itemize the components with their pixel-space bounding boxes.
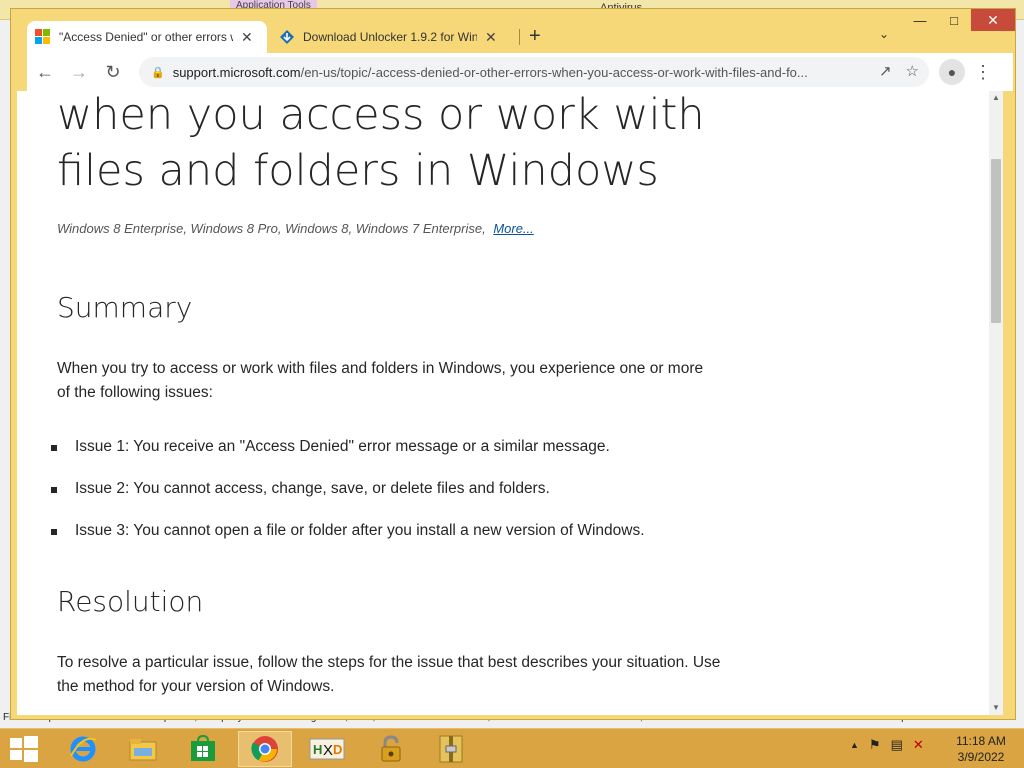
back-arrow-icon[interactable]: ←	[29, 56, 61, 88]
list-item-issue-3: Issue 3: You cannot open a file or folde…	[51, 522, 645, 539]
network-icon[interactable]: ▤	[891, 737, 903, 753]
download-site-icon	[279, 29, 295, 45]
tab-download-unlocker[interactable]: Download Unlocker 1.9.2 for Win ✕	[271, 21, 511, 53]
internet-explorer-icon[interactable]	[56, 731, 110, 767]
more-link[interactable]: More...	[493, 221, 533, 236]
tab-close-icon[interactable]: ✕	[241, 29, 253, 46]
address-bar[interactable]: 🔒 support.microsoft.com/en-us/topic/-acc…	[139, 57, 929, 87]
profile-avatar-icon[interactable]: ●	[939, 59, 965, 85]
forward-arrow-icon[interactable]: →	[63, 56, 95, 88]
unlocker-icon[interactable]	[364, 731, 418, 767]
system-tray: ▲ ⚑ ▤ ✕	[850, 737, 924, 753]
tab-access-denied[interactable]: "Access Denied" or other errors w ✕	[27, 21, 267, 53]
resolution-heading: Resolution	[57, 585, 204, 618]
omnibox-actions: ↗ ☆	[879, 62, 919, 80]
hd-app-icon[interactable]: HXD	[300, 731, 354, 767]
summary-text: When you try to access or work with file…	[57, 360, 704, 401]
clock-time: 11:18 AM	[956, 734, 1006, 748]
tab-strip: "Access Denied" or other errors w ✕ Down…	[27, 21, 927, 53]
maximize-button[interactable]: □	[937, 9, 971, 31]
tab-search-chevron-down-icon[interactable]: ⌄	[879, 27, 895, 41]
page-title-line-1: when you access or work with	[57, 91, 705, 140]
page-title-line-2: files and folders in Windows	[57, 146, 659, 196]
summary-heading: Summary	[57, 291, 193, 324]
menu-kebab-icon[interactable]: ⋮	[971, 62, 995, 83]
scrollbar-thumb[interactable]	[991, 159, 1001, 323]
tab-title: "Access Denied" or other errors w	[59, 30, 233, 44]
applies-to: Windows 8 Enterprise, Windows 8 Pro, Win…	[57, 221, 534, 236]
url-path: /en-us/topic/-access-denied-or-other-err…	[300, 64, 808, 80]
url-text[interactable]: support.microsoft.com/en-us/topic/-acces…	[173, 65, 873, 80]
vertical-scrollbar[interactable]: ▲ ▼	[989, 91, 1003, 715]
clock-date: 3/9/2022	[957, 750, 1005, 764]
system-clock[interactable]: 11:18 AM 3/9/2022	[950, 733, 1012, 765]
tab-divider	[519, 29, 520, 45]
taskbar: HXD ▲ ⚑ ▤ ✕ 11:18 AM 3/9/2022	[0, 728, 1024, 768]
close-window-button[interactable]: ✕	[971, 9, 1015, 31]
microsoft-logo-icon	[35, 29, 51, 45]
lock-icon[interactable]: 🔒	[151, 66, 165, 79]
applies-to-text: Windows 8 Enterprise, Windows 8 Pro, Win…	[57, 221, 486, 236]
scroll-down-arrow-icon[interactable]: ▼	[989, 701, 1003, 715]
windows-start-icon[interactable]	[8, 736, 40, 762]
share-icon[interactable]: ↗	[879, 62, 892, 80]
scroll-up-arrow-icon[interactable]: ▲	[989, 91, 1003, 105]
bookmark-star-icon[interactable]: ☆	[906, 62, 919, 80]
chrome-icon[interactable]	[238, 731, 292, 767]
page-content: when you access or work with files and f…	[17, 91, 989, 715]
svg-text:X: X	[323, 742, 333, 759]
list-item-issue-1: Issue 1: You receive an "Access Denied" …	[51, 438, 610, 455]
file-explorer-icon[interactable]	[116, 731, 170, 767]
svg-text:D: D	[333, 742, 342, 757]
action-center-flag-icon[interactable]: ⚑	[869, 737, 881, 753]
archive-icon[interactable]	[424, 731, 478, 767]
resolution-text: To resolve a particular issue, follow th…	[57, 654, 721, 695]
svg-text:H: H	[313, 742, 322, 757]
store-icon[interactable]	[176, 731, 230, 767]
show-hidden-icons-chevron-up-icon[interactable]: ▲	[850, 740, 859, 753]
reload-icon[interactable]: ↻	[97, 56, 129, 88]
volume-muted-icon[interactable]: ✕	[913, 737, 924, 753]
browser-toolbar: ← → ↻ 🔒 support.microsoft.com/en-us/topi…	[27, 53, 1013, 91]
url-host: support.microsoft.com	[172, 64, 301, 80]
tab-title: Download Unlocker 1.9.2 for Win	[303, 30, 477, 44]
new-tab-button[interactable]: +	[529, 25, 541, 48]
list-item-issue-2: Issue 2: You cannot access, change, save…	[51, 480, 550, 497]
tab-close-icon[interactable]: ✕	[485, 29, 497, 46]
chrome-window: — □ ✕ "Access Denied" or other errors w …	[10, 8, 1016, 720]
